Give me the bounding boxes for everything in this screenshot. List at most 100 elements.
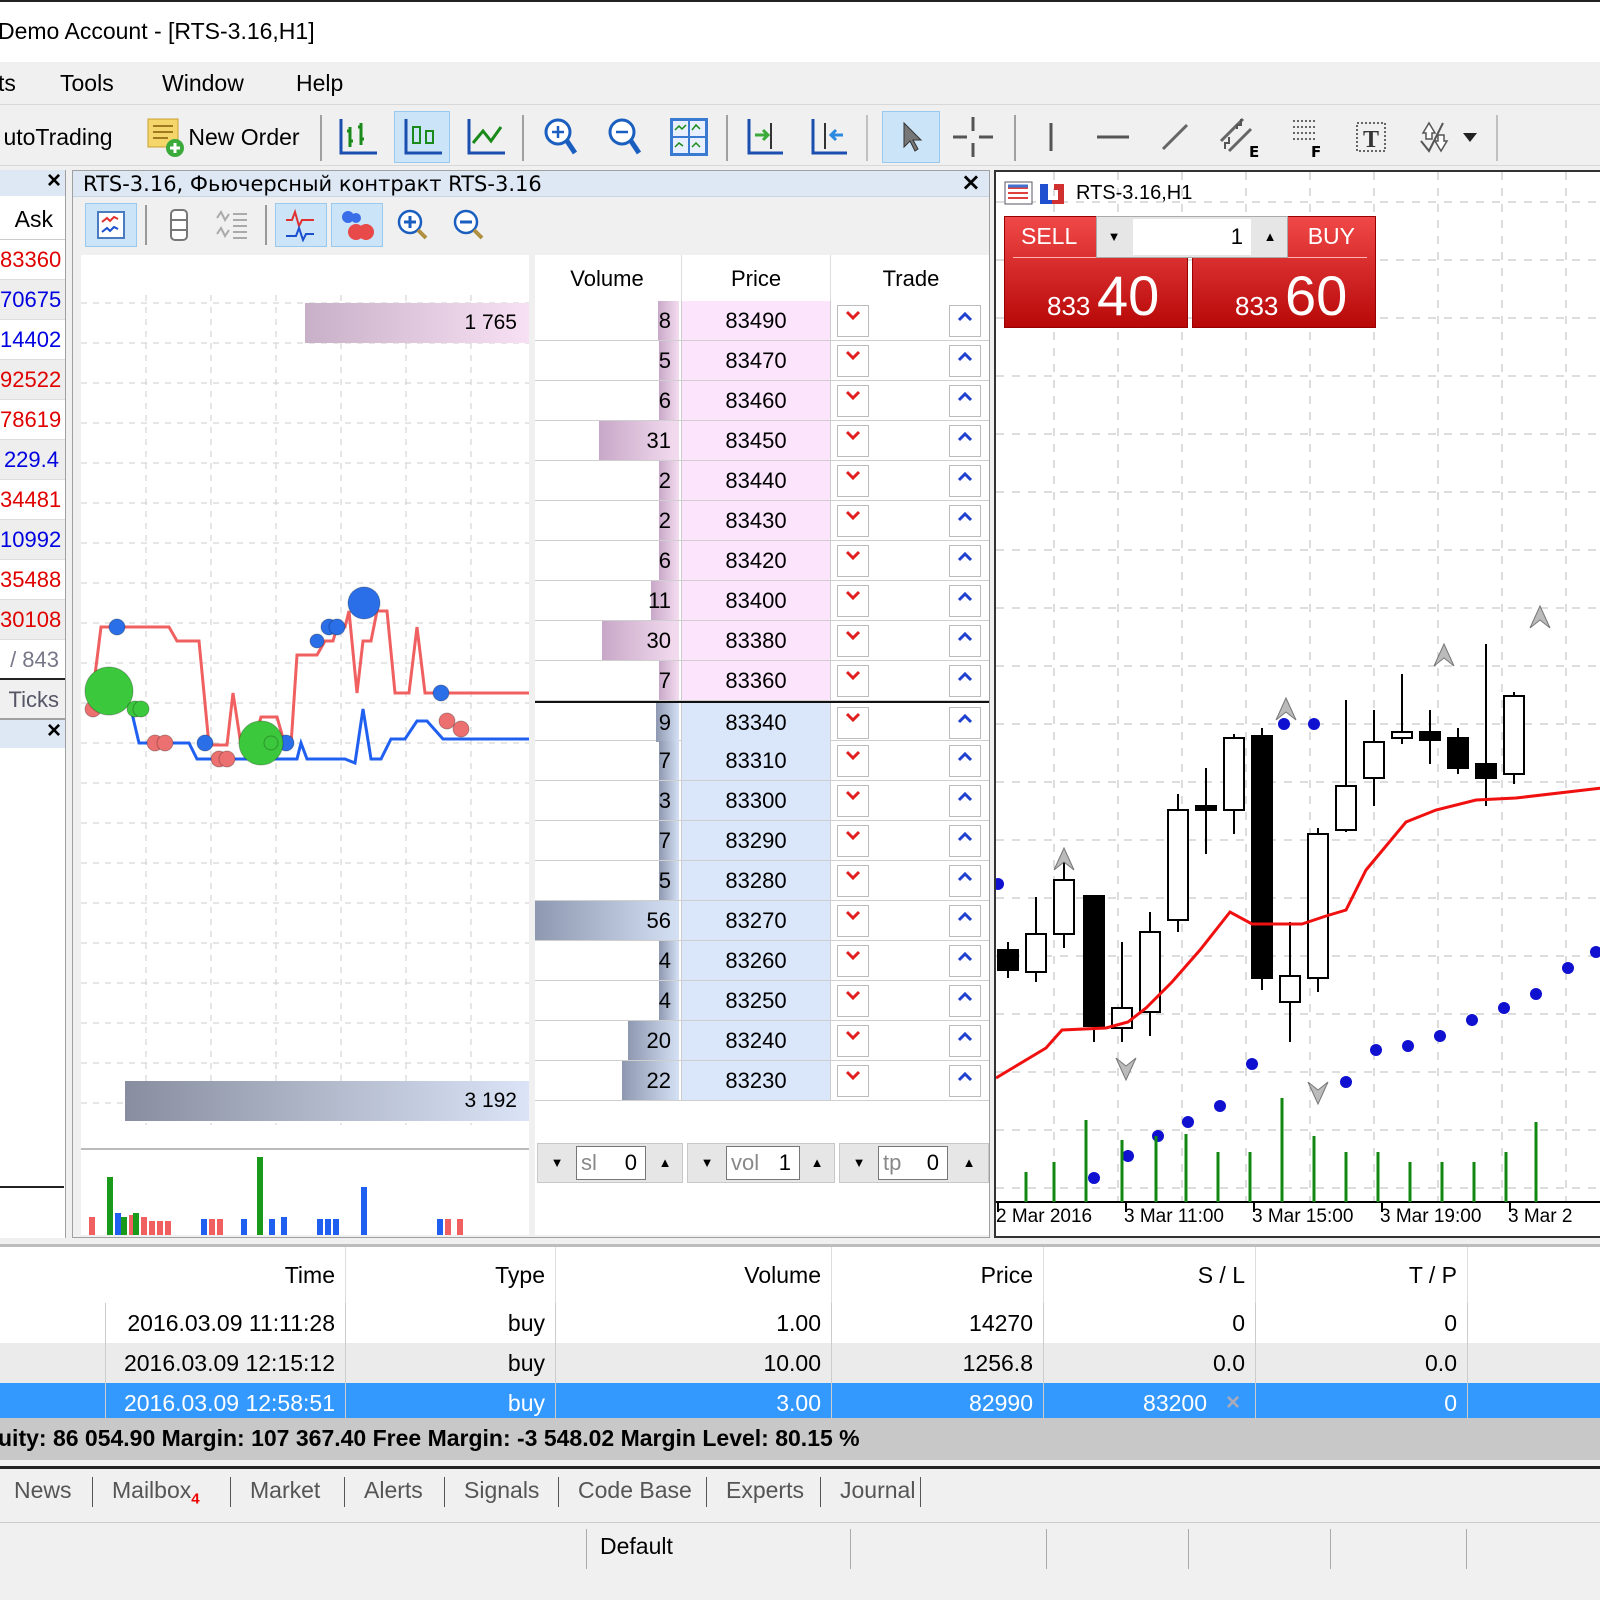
arrows-dropdown-button[interactable]	[1408, 111, 1488, 163]
price-cell[interactable]: 83430	[681, 501, 831, 540]
volume-spinner[interactable]: ▼ vol 1 ▲	[687, 1143, 835, 1183]
tab-experts[interactable]: Experts	[726, 1477, 804, 1504]
trade-row[interactable]: 2016.03.09 12:58:51 buy 3.00 82990 83200 0 ×	[0, 1383, 1600, 1423]
buy-limit-button[interactable]	[949, 385, 981, 417]
dom-volumes-button[interactable]	[207, 203, 259, 247]
column-header-time[interactable]: Time	[106, 1247, 346, 1303]
buy-limit-button[interactable]	[949, 945, 981, 977]
market-watch-row[interactable]: 78619	[0, 400, 65, 440]
sell-limit-button[interactable]	[837, 945, 869, 977]
sell-limit-button[interactable]	[837, 785, 869, 817]
tab-ticks[interactable]: Ticks	[0, 680, 65, 720]
tab-code-base[interactable]: Code Base	[578, 1477, 692, 1504]
one-click-volume-spinner[interactable]: ▼ 1 ▲	[1096, 216, 1288, 258]
remove-sl-icon[interactable]: ×	[1226, 1383, 1240, 1423]
price-cell[interactable]: 83470	[681, 341, 831, 380]
horizontal-line-button[interactable]	[1088, 111, 1138, 163]
one-click-volume-input[interactable]: 1	[1133, 219, 1251, 255]
bid-ask-lines-toggle[interactable]	[275, 203, 327, 247]
menu-window[interactable]: Window	[162, 70, 244, 97]
buy-limit-button[interactable]	[949, 505, 981, 537]
market-watch-row[interactable]: 10992	[0, 520, 65, 560]
sell-limit-button[interactable]	[837, 625, 869, 657]
equidistant-channel-button[interactable]: E	[1212, 111, 1268, 163]
line-chart-button[interactable]	[458, 111, 512, 163]
sell-limit-button[interactable]	[837, 545, 869, 577]
text-tool-button[interactable]: T	[1344, 111, 1398, 163]
zoom-out-button[interactable]	[598, 111, 652, 163]
sell-limit-button[interactable]	[837, 465, 869, 497]
price-cell[interactable]: 83340	[681, 703, 831, 742]
sell-limit-button[interactable]	[837, 345, 869, 377]
price-cell[interactable]: 83400	[681, 581, 831, 620]
market-watch-row[interactable]: 34481	[0, 480, 65, 520]
volume-input[interactable]: vol 1	[726, 1146, 800, 1180]
market-watch-row[interactable]: 83360	[0, 240, 65, 280]
buy-limit-button[interactable]	[949, 1065, 981, 1097]
price-chart-window[interactable]: RTS-3.16,H1 SELL 833 40 BUY 833 60 ▼ 1 ▲…	[992, 170, 1600, 1238]
price-cell[interactable]: 83440	[681, 461, 831, 500]
menu-tools[interactable]: Tools	[60, 70, 114, 97]
sl-decrease-button[interactable]: ▼	[538, 1144, 576, 1182]
price-cell[interactable]: 83310	[681, 741, 831, 780]
column-header-volume[interactable]: Volume	[556, 1247, 832, 1303]
price-cell[interactable]: 83230	[681, 1061, 831, 1100]
tab-signals[interactable]: Signals	[464, 1477, 539, 1504]
market-watch-row[interactable]: 14402	[0, 320, 65, 360]
volume-decrease-button[interactable]: ▼	[1097, 217, 1131, 257]
buy-limit-button[interactable]	[949, 905, 981, 937]
tp-spinner[interactable]: ▼ tp 0 ▲	[839, 1143, 989, 1183]
tp-decrease-button[interactable]: ▼	[840, 1144, 878, 1182]
crosshair-button[interactable]	[946, 111, 1000, 163]
price-cell[interactable]: 83460	[681, 381, 831, 420]
price-cell[interactable]: 83300	[681, 781, 831, 820]
buy-limit-button[interactable]	[949, 305, 981, 337]
trade-row[interactable]: 2016.03.09 11:11:28 buy 1.00 14270 0 0	[0, 1303, 1600, 1343]
buy-limit-button[interactable]	[949, 545, 981, 577]
buy-limit-button[interactable]	[949, 785, 981, 817]
buy-limit-button[interactable]	[949, 425, 981, 457]
sell-limit-button[interactable]	[837, 865, 869, 897]
sell-limit-button[interactable]	[837, 707, 869, 739]
deals-toggle[interactable]	[331, 203, 383, 247]
column-header-sl[interactable]: S / L	[1044, 1247, 1256, 1303]
tab-journal[interactable]: Journal	[840, 1477, 915, 1504]
autotrading-button[interactable]: utoTrading	[0, 111, 120, 163]
tab-news[interactable]: News	[14, 1477, 72, 1504]
buy-limit-button[interactable]	[949, 345, 981, 377]
close-icon[interactable]: ×	[47, 167, 61, 195]
bar-chart-button[interactable]	[330, 111, 384, 163]
price-cell[interactable]: 83450	[681, 421, 831, 460]
tick-chart-toggle[interactable]	[85, 203, 137, 247]
column-header-tp[interactable]: T / P	[1256, 1247, 1468, 1303]
tile-windows-button[interactable]	[662, 111, 716, 163]
dom-window-icon[interactable]	[1004, 180, 1034, 206]
sl-increase-button[interactable]: ▲	[646, 1144, 684, 1182]
autoscroll-button[interactable]	[800, 111, 854, 163]
column-header-price[interactable]: Price	[832, 1247, 1044, 1303]
sell-limit-button[interactable]	[837, 385, 869, 417]
price-cell[interactable]: 83490	[681, 301, 831, 340]
buy-limit-button[interactable]	[949, 985, 981, 1017]
buy-limit-button[interactable]	[949, 1025, 981, 1057]
close-icon[interactable]: ×	[961, 169, 981, 195]
market-watch-row[interactable]: 70675	[0, 280, 65, 320]
one-click-trading-icon[interactable]	[1038, 180, 1068, 206]
vertical-line-button[interactable]	[1026, 111, 1076, 163]
volume-decrease-button[interactable]: ▼	[688, 1144, 726, 1182]
buy-limit-button[interactable]	[949, 745, 981, 777]
tp-input[interactable]: tp 0	[878, 1146, 948, 1180]
sell-limit-button[interactable]	[837, 825, 869, 857]
buy-limit-button[interactable]	[949, 825, 981, 857]
price-cell[interactable]: 83240	[681, 1021, 831, 1060]
market-watch-row[interactable]: 35488	[0, 560, 65, 600]
buy-limit-button[interactable]	[949, 465, 981, 497]
tab-mailbox[interactable]: Mailbox4	[112, 1477, 200, 1508]
price-cell[interactable]: 83270	[681, 901, 831, 940]
tab-alerts[interactable]: Alerts	[364, 1477, 423, 1504]
dom-zoom-in-button[interactable]	[387, 203, 439, 247]
tab-market[interactable]: Market	[250, 1477, 320, 1504]
chart-shift-button[interactable]	[736, 111, 790, 163]
sell-limit-button[interactable]	[837, 585, 869, 617]
sell-limit-button[interactable]	[837, 665, 869, 697]
